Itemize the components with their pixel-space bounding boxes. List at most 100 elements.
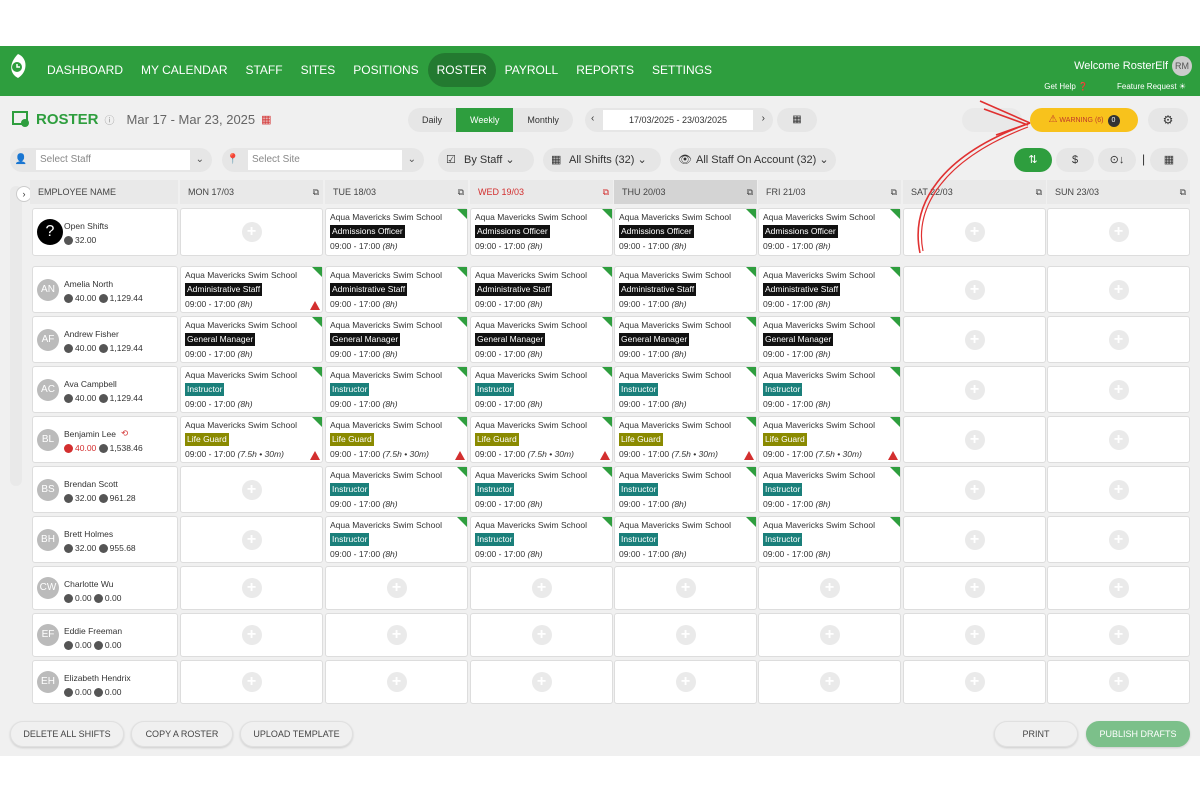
empty-cell[interactable]: + bbox=[1047, 566, 1190, 610]
shift-card[interactable]: Aqua Mavericks Swim School Administrative… bbox=[326, 267, 467, 312]
shift-cell[interactable]: Aqua Mavericks Swim School Administrative… bbox=[470, 266, 613, 313]
shift-cell[interactable]: Aqua Mavericks Swim School Life Guard 09:0… bbox=[180, 416, 323, 463]
empty-cell[interactable]: + bbox=[325, 660, 468, 704]
warning-triangle-icon[interactable] bbox=[888, 451, 898, 460]
calendar-view-button[interactable]: ▦ bbox=[1150, 148, 1188, 172]
add-shift-icon[interactable]: + bbox=[675, 672, 696, 692]
add-shift-icon[interactable]: + bbox=[675, 625, 696, 645]
add-shift-icon[interactable]: + bbox=[1108, 625, 1129, 645]
shift-cell[interactable]: Aqua Mavericks Swim School Instructor 09:0… bbox=[614, 516, 757, 563]
empty-cell[interactable]: + bbox=[180, 660, 323, 704]
empty-cell[interactable]: + bbox=[1047, 208, 1190, 256]
add-shift-icon[interactable]: + bbox=[819, 625, 840, 645]
warning-triangle-icon[interactable] bbox=[310, 301, 320, 310]
shift-card[interactable]: Aqua Mavericks Swim School Instructor 09:0… bbox=[615, 467, 756, 512]
staff-select[interactable]: 👤 Select Staff ⌄ bbox=[10, 148, 212, 172]
shift-cell[interactable]: Aqua Mavericks Swim School Instructor 09:0… bbox=[758, 516, 901, 563]
user-avatar[interactable]: RM bbox=[1172, 56, 1192, 76]
shift-card[interactable]: Aqua Mavericks Swim School Life Guard 09:0… bbox=[326, 417, 467, 462]
add-shift-icon[interactable]: + bbox=[241, 222, 262, 242]
shift-cell[interactable]: Aqua Mavericks Swim School Instructor 09:0… bbox=[180, 366, 323, 413]
shift-cell[interactable]: Aqua Mavericks Swim School Instructor 09:0… bbox=[470, 466, 613, 513]
view-monthly[interactable]: Monthly bbox=[513, 108, 573, 132]
empty-cell[interactable]: + bbox=[758, 566, 901, 610]
add-shift-icon[interactable]: + bbox=[675, 578, 696, 598]
employee-cell[interactable]: EH Elizabeth Hendrix 0.00 0.00 bbox=[32, 660, 178, 704]
nav-item-sites[interactable]: SITES bbox=[292, 53, 345, 87]
shift-card[interactable]: Aqua Mavericks Swim School Admissions Off… bbox=[615, 209, 756, 254]
warning-triangle-icon[interactable] bbox=[310, 451, 320, 460]
shift-card[interactable]: Aqua Mavericks Swim School Instructor 09:0… bbox=[759, 367, 900, 412]
nav-item-roster[interactable]: ROSTER bbox=[427, 53, 496, 87]
add-shift-icon[interactable]: + bbox=[964, 429, 985, 450]
shift-card[interactable]: Aqua Mavericks Swim School Life Guard 09:0… bbox=[471, 417, 612, 462]
all-staff-dropdown[interactable]: 👁 All Staff On Account (32) ⌄ bbox=[670, 148, 836, 172]
site-select[interactable]: 📍 Select Site ⌄ bbox=[222, 148, 424, 172]
nav-item-settings[interactable]: SETTINGS bbox=[643, 53, 721, 87]
shift-card[interactable]: Aqua Mavericks Swim School Instructor 09:0… bbox=[181, 367, 322, 412]
add-shift-icon[interactable]: + bbox=[1108, 329, 1129, 350]
shift-cell[interactable]: Aqua Mavericks Swim School Administrative… bbox=[758, 266, 901, 313]
employee-cell[interactable]: BL Benjamin Lee ⟲ 40.00 1,538.46 bbox=[32, 416, 178, 463]
empty-cell[interactable]: + bbox=[903, 366, 1046, 413]
add-shift-icon[interactable]: + bbox=[819, 672, 840, 692]
feature-request-link[interactable]: Feature Request ☀ bbox=[1117, 82, 1186, 91]
shift-card[interactable]: Aqua Mavericks Swim School Admissions Off… bbox=[471, 209, 612, 254]
nav-item-my-calendar[interactable]: MY CALENDAR bbox=[132, 53, 236, 87]
shift-cell[interactable]: Aqua Mavericks Swim School General Manage… bbox=[470, 316, 613, 363]
shift-cell[interactable]: Aqua Mavericks Swim School General Manage… bbox=[614, 316, 757, 363]
employee-cell[interactable]: AC Ava Campbell 40.00 1,129.44 bbox=[32, 366, 178, 413]
copy-icon[interactable]: ⧉ bbox=[891, 180, 897, 204]
empty-cell[interactable]: + bbox=[1047, 660, 1190, 704]
add-shift-icon[interactable]: + bbox=[241, 578, 262, 598]
settings-button[interactable]: ⚙ bbox=[1148, 108, 1188, 132]
shift-cell[interactable]: Aqua Mavericks Swim School General Manage… bbox=[758, 316, 901, 363]
nav-item-payroll[interactable]: PAYROLL bbox=[496, 53, 568, 87]
info-icon[interactable]: ⓘ bbox=[105, 112, 115, 127]
time-sort-button[interactable]: ⊙↓ bbox=[1098, 148, 1136, 172]
publish-drafts-button[interactable]: PUBLISH DRAFTS bbox=[1086, 721, 1190, 747]
shift-cell[interactable]: Aqua Mavericks Swim School Admissions Off… bbox=[758, 208, 901, 256]
add-shift-icon[interactable]: + bbox=[964, 672, 985, 692]
shift-card[interactable]: Aqua Mavericks Swim School Instructor 09:0… bbox=[471, 517, 612, 562]
empty-cell[interactable]: + bbox=[470, 613, 613, 657]
add-shift-icon[interactable]: + bbox=[964, 578, 985, 598]
empty-cell[interactable]: + bbox=[903, 613, 1046, 657]
empty-cell[interactable]: + bbox=[903, 660, 1046, 704]
empty-cell[interactable]: + bbox=[614, 566, 757, 610]
shift-card[interactable]: Aqua Mavericks Swim School General Manage… bbox=[326, 317, 467, 362]
shift-cell[interactable]: Aqua Mavericks Swim School Instructor 09:0… bbox=[614, 466, 757, 513]
empty-cell[interactable]: + bbox=[1047, 516, 1190, 563]
shift-card[interactable]: Aqua Mavericks Swim School Instructor 09:0… bbox=[615, 367, 756, 412]
shift-card[interactable]: Aqua Mavericks Swim School Instructor 09:0… bbox=[326, 367, 467, 412]
add-shift-icon[interactable]: + bbox=[819, 578, 840, 598]
shift-card[interactable]: Aqua Mavericks Swim School Instructor 09:0… bbox=[759, 467, 900, 512]
warning-triangle-icon[interactable] bbox=[744, 451, 754, 460]
empty-cell[interactable]: + bbox=[470, 660, 613, 704]
shift-card[interactable]: Aqua Mavericks Swim School Administrative… bbox=[471, 267, 612, 312]
shift-cell[interactable]: Aqua Mavericks Swim School Instructor 09:0… bbox=[614, 366, 757, 413]
nav-item-reports[interactable]: REPORTS bbox=[567, 53, 643, 87]
shift-card[interactable]: Aqua Mavericks Swim School Instructor 09:0… bbox=[615, 517, 756, 562]
get-help-link[interactable]: Get Help ❓ bbox=[1044, 82, 1088, 91]
all-shifts-dropdown[interactable]: ▦ All Shifts (32) ⌄ bbox=[543, 148, 661, 172]
shift-cell[interactable]: Aqua Mavericks Swim School Administrative… bbox=[614, 266, 757, 313]
add-shift-icon[interactable]: + bbox=[964, 379, 985, 400]
add-shift-icon[interactable]: + bbox=[241, 672, 262, 692]
next-week-icon[interactable]: › bbox=[762, 113, 765, 124]
add-shift-icon[interactable]: + bbox=[1108, 429, 1129, 450]
rosterelf-logo[interactable] bbox=[6, 52, 30, 84]
shift-cell[interactable]: Aqua Mavericks Swim School General Manage… bbox=[180, 316, 323, 363]
shift-cell[interactable]: Aqua Mavericks Swim School Instructor 09:0… bbox=[470, 516, 613, 563]
shift-cell[interactable]: Aqua Mavericks Swim School Life Guard 09:0… bbox=[325, 416, 468, 463]
empty-cell[interactable]: + bbox=[1047, 316, 1190, 363]
shift-card[interactable]: Aqua Mavericks Swim School General Manage… bbox=[759, 317, 900, 362]
empty-cell[interactable]: + bbox=[1047, 416, 1190, 463]
shift-card[interactable]: Aqua Mavericks Swim School General Manage… bbox=[181, 317, 322, 362]
add-shift-icon[interactable]: + bbox=[964, 479, 985, 500]
prev-week-icon[interactable]: ‹ bbox=[591, 113, 594, 124]
shift-cell[interactable]: Aqua Mavericks Swim School Life Guard 09:0… bbox=[758, 416, 901, 463]
shift-card[interactable]: Aqua Mavericks Swim School Life Guard 09:0… bbox=[181, 417, 322, 462]
shift-cell[interactable]: Aqua Mavericks Swim School Life Guard 09:0… bbox=[470, 416, 613, 463]
shift-cell[interactable]: Aqua Mavericks Swim School Instructor 09:0… bbox=[325, 466, 468, 513]
